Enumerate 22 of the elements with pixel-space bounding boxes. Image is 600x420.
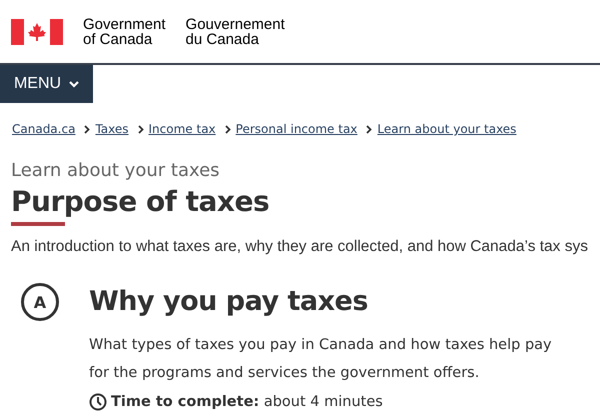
step-letter: A xyxy=(21,283,59,321)
page-kicker: Learn about your taxes xyxy=(11,160,221,181)
signature-text: Government of Canada xyxy=(83,16,166,46)
breadcrumb-link[interactable]: Personal income tax xyxy=(236,122,358,136)
chevron-right-icon xyxy=(366,124,372,134)
breadcrumb-link[interactable]: Taxes xyxy=(95,122,129,136)
chevron-down-icon xyxy=(69,80,80,88)
menu-button[interactable]: MENU xyxy=(0,65,93,103)
step-description: What types of taxes you pay in Canada and how taxes help pay for the programs and services the government offers. xyxy=(89,336,553,383)
signature-text: Gouvernement du Canada xyxy=(186,16,285,46)
clock-icon xyxy=(89,393,107,411)
time-to-complete: Time to complete: about 4 minutes xyxy=(111,394,383,410)
breadcrumb-link[interactable]: Income tax xyxy=(148,122,216,136)
chevron-right-icon xyxy=(84,124,90,134)
page-title: Purpose of taxes xyxy=(11,185,270,218)
breadcrumb-link[interactable]: Canada.ca xyxy=(12,122,76,136)
step-title: Why you pay taxes xyxy=(89,285,369,319)
breadcrumb-link[interactable]: Learn about your taxes xyxy=(377,122,516,136)
chevron-right-icon xyxy=(138,124,144,134)
canada-flag-icon xyxy=(11,18,63,44)
intro-text: An introduction to what taxes are, why they are collected, and how Canada’s tax sys xyxy=(11,238,589,256)
chevron-right-icon xyxy=(224,124,231,134)
